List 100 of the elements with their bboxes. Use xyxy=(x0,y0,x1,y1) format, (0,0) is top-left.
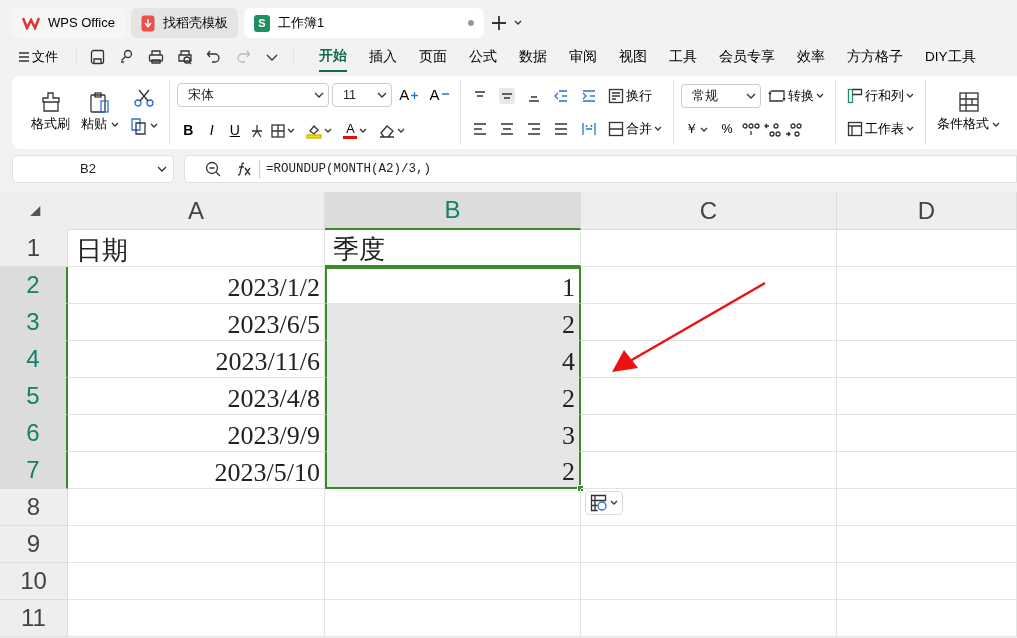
row-header[interactable]: 11 xyxy=(0,600,68,637)
ribbon-tab[interactable]: 效率 xyxy=(797,41,825,73)
align-right-icon[interactable] xyxy=(526,120,543,137)
ribbon-tab[interactable]: 视图 xyxy=(619,41,647,73)
decimal-increase-icon[interactable] xyxy=(763,121,782,138)
name-box[interactable]: B2 xyxy=(12,155,174,183)
currency-button[interactable]: ￥ xyxy=(680,118,712,141)
undo-icon[interactable] xyxy=(206,49,222,65)
save-icon[interactable] xyxy=(90,49,106,65)
table-cell: 2 xyxy=(325,378,581,415)
ribbon-tab[interactable]: 公式 xyxy=(469,41,497,73)
fill-handle[interactable] xyxy=(577,485,584,492)
ribbon-tab[interactable]: 会员专享 xyxy=(719,41,775,73)
row-header[interactable]: 3 xyxy=(0,304,68,341)
table-icon xyxy=(590,494,608,512)
scissors-icon[interactable] xyxy=(133,88,154,109)
column-header[interactable]: D xyxy=(837,192,1017,230)
logo-icon xyxy=(140,14,155,32)
row-header[interactable]: 5 xyxy=(0,378,68,415)
formula-input[interactable]: =ROUNDUP(MONTH(A2)/3,) xyxy=(266,159,432,179)
table-cell: 3 xyxy=(325,415,581,452)
ribbon-tab[interactable]: 工具 xyxy=(669,41,697,73)
caret-icon xyxy=(313,92,324,98)
caret-icon[interactable] xyxy=(513,20,522,26)
ribbon-tab[interactable]: 插入 xyxy=(369,41,397,73)
column-header[interactable]: B xyxy=(325,192,581,230)
distributed-icon[interactable] xyxy=(580,120,597,137)
logo-icon xyxy=(22,16,40,30)
print-icon[interactable] xyxy=(148,49,164,65)
percent-button[interactable]: % xyxy=(715,118,740,141)
ribbon-tab[interactable]: DIY工具 xyxy=(925,41,976,73)
align-left-icon[interactable] xyxy=(471,120,488,137)
paste-button[interactable]: 粘贴 xyxy=(77,89,123,136)
ribbon-tab[interactable]: 开始 xyxy=(319,41,347,73)
conditional-format-icon xyxy=(957,91,980,114)
row-header[interactable]: 8 xyxy=(0,489,68,526)
paste-options-button[interactable] xyxy=(585,491,623,515)
rows-columns-button[interactable]: 行和列 xyxy=(843,84,919,108)
plus-icon xyxy=(411,91,419,99)
bold-button[interactable]: B xyxy=(176,118,200,144)
format-painter-button[interactable]: 格式刷 xyxy=(27,89,74,136)
wrap-text-button[interactable]: 换行 xyxy=(603,84,656,108)
app-tab[interactable]: 找稻壳模板 xyxy=(130,8,238,38)
italic-button[interactable]: I xyxy=(203,118,220,144)
column-header[interactable]: C xyxy=(581,192,837,230)
column-header[interactable]: A xyxy=(68,192,325,230)
indent-increase-icon[interactable] xyxy=(580,88,597,105)
caret-icon xyxy=(745,93,756,100)
file-menu[interactable]: 文件 xyxy=(14,45,62,69)
strikethrough-icon[interactable] xyxy=(249,123,264,138)
align-center-icon[interactable] xyxy=(498,120,515,137)
row-header[interactable]: 7 xyxy=(0,452,68,489)
thousands-separator-icon[interactable] xyxy=(742,121,761,138)
table-cell: 2 xyxy=(325,304,581,341)
conditional-format-button[interactable]: 条件格式 xyxy=(933,89,1005,136)
convert-button[interactable]: 转换 xyxy=(764,84,829,108)
caret-icon xyxy=(324,127,333,134)
align-middle-icon[interactable] xyxy=(498,88,515,105)
rows-columns-icon xyxy=(847,88,864,105)
row-header[interactable]: 4 xyxy=(0,341,68,378)
app-tab[interactable]: S 工作簿1 xyxy=(243,8,484,38)
table-cell: 2 xyxy=(325,452,581,489)
caret-icon xyxy=(816,93,825,100)
merge-icon xyxy=(607,120,624,137)
zoom-out-icon[interactable] xyxy=(205,161,221,177)
indent-decrease-icon[interactable] xyxy=(553,88,570,105)
decrease-font-button[interactable]: A xyxy=(425,81,453,109)
ribbon-tab[interactable]: 方方格子 xyxy=(847,41,903,73)
row-header[interactable]: 6 xyxy=(0,415,68,452)
print-preview-icon[interactable] xyxy=(177,49,193,65)
row-header[interactable]: 2 xyxy=(0,267,68,304)
caret-icon xyxy=(359,127,368,134)
row-header[interactable]: 10 xyxy=(0,563,68,600)
ribbon-tab[interactable]: 审阅 xyxy=(569,41,597,73)
caret-icon xyxy=(653,125,662,132)
row-header[interactable]: 1 xyxy=(0,230,68,267)
ribbon-tab[interactable]: 数据 xyxy=(519,41,547,73)
ribbon-tab[interactable]: 页面 xyxy=(419,41,447,73)
worksheet-button[interactable]: 工作表 xyxy=(843,117,919,141)
underline-button[interactable]: U xyxy=(223,118,247,144)
function-icon[interactable] xyxy=(235,161,253,177)
justify-icon[interactable] xyxy=(553,120,570,137)
number-format-select[interactable]: 常规 xyxy=(680,84,761,109)
decimal-decrease-icon[interactable] xyxy=(784,121,803,138)
brush-icon xyxy=(39,91,62,114)
new-tab-icon[interactable] xyxy=(489,14,508,32)
font-size-select[interactable]: 11 xyxy=(332,83,392,107)
increase-font-button[interactable]: A xyxy=(395,81,423,109)
row-header[interactable]: 9 xyxy=(0,526,68,563)
caret-icon xyxy=(286,127,295,134)
merge-button[interactable]: 合并 xyxy=(603,117,666,141)
font-select[interactable]: 宋体 xyxy=(176,83,329,107)
grid-icon xyxy=(270,123,285,138)
caret-icon xyxy=(992,121,1001,128)
caret-icon xyxy=(906,93,915,100)
caret-icon xyxy=(149,122,158,129)
caret-icon xyxy=(377,92,387,98)
caret-icon xyxy=(906,125,915,132)
app-tab[interactable]: WPS Office xyxy=(12,8,125,38)
font-color-button[interactable]: A xyxy=(339,121,372,141)
